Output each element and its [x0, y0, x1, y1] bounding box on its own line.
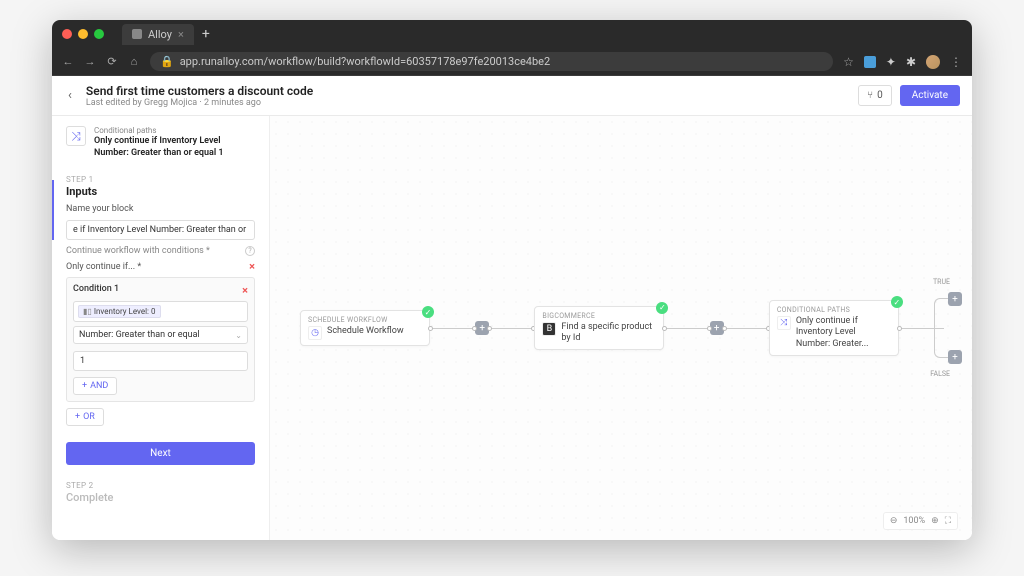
chart-icon: ▮▯ — [83, 307, 92, 316]
step1-title: Inputs — [66, 185, 255, 198]
step2-section: STEP 2 Complete — [52, 475, 269, 510]
condition-value-input[interactable] — [73, 351, 248, 371]
branch-container: TRUE + FALSE + — [948, 292, 962, 364]
nav-home-icon[interactable]: ⌂ — [128, 55, 140, 68]
chip-label: Inventory Level: — [94, 307, 149, 316]
branch-false-label: FALSE — [930, 370, 950, 378]
app-root: ‹ Send first time customers a discount c… — [52, 76, 972, 540]
true-branch: TRUE + — [948, 292, 962, 306]
config-sidebar: ⤨ Conditional paths Only continue if Inv… — [52, 116, 270, 540]
app-body: ⤨ Conditional paths Only continue if Inv… — [52, 116, 972, 540]
info-icon[interactable]: ? — [245, 246, 255, 256]
workflow-flow: ✓ SCHEDULE WORKFLOW ◷ Schedule Workflow … — [300, 292, 962, 364]
browser-window: Alloy × + ← → ⟳ ⌂ 🔒 app.runalloy.com/wor… — [52, 20, 972, 540]
branch-icon: ⑂ — [867, 90, 873, 101]
chevron-down-icon: ⌄ — [235, 331, 242, 340]
workflow-subtitle: Last edited by Gregg Mojica · 2 minutes … — [86, 98, 848, 108]
branch-true-label: TRUE — [933, 278, 950, 286]
profile-avatar-icon[interactable] — [926, 55, 940, 69]
node-title: Find a specific product by Id — [561, 322, 656, 345]
plus-icon: + — [75, 412, 80, 422]
address-bar[interactable]: 🔒 app.runalloy.com/workflow/build?workfl… — [150, 52, 833, 71]
add-true-node-button[interactable]: + — [948, 292, 962, 306]
node-type: BIGCOMMERCE — [542, 312, 656, 320]
favicon-icon — [132, 29, 142, 39]
workflow-title: Send first time customers a discount cod… — [86, 84, 848, 98]
url-text: app.runalloy.com/workflow/build?workflow… — [180, 55, 550, 68]
next-button[interactable]: Next — [66, 442, 255, 465]
tab-strip: Alloy × + — [122, 24, 962, 45]
clock-icon: ◷ — [308, 326, 322, 340]
zoom-out-icon[interactable]: ⊖ — [890, 516, 898, 526]
branches-button[interactable]: ⑂ 0 — [858, 85, 892, 106]
block-header: ⤨ Conditional paths Only continue if Inv… — [52, 116, 269, 169]
tab-title: Alloy — [148, 28, 172, 41]
activate-button[interactable]: Activate — [900, 85, 960, 106]
or-button[interactable]: + OR — [66, 408, 104, 426]
step2-label: STEP 2 — [66, 481, 255, 490]
canvas-controls: ⊖ 100% ⊕ ⛶ — [883, 512, 958, 530]
bigcommerce-icon: B — [542, 322, 556, 336]
fullscreen-icon[interactable]: ⛶ — [945, 516, 951, 526]
browser-tab[interactable]: Alloy × — [122, 24, 194, 45]
node-type: SCHEDULE WORKFLOW — [308, 316, 422, 324]
conditional-icon: ⤨ — [66, 126, 86, 146]
conditional-node[interactable]: ✓ CONDITIONAL PATHS ⤨ Only continue if I… — [769, 300, 899, 356]
extension-icon[interactable] — [864, 56, 876, 68]
lock-icon: 🔒 — [160, 55, 174, 68]
plus-icon: + — [82, 381, 87, 391]
conditional-icon: ⤨ — [777, 316, 791, 330]
titlebar: Alloy × + — [52, 20, 972, 48]
operator-select[interactable]: Number: Greater than or equal ⌄ — [73, 326, 248, 344]
tab-close-icon[interactable]: × — [178, 28, 184, 41]
node-type: CONDITIONAL PATHS — [777, 306, 891, 314]
nav-reload-icon[interactable]: ⟳ — [106, 55, 118, 68]
only-continue-label: Only continue if... * — [66, 262, 141, 272]
check-icon: ✓ — [422, 306, 434, 318]
url-bar: ← → ⟳ ⌂ 🔒 app.runalloy.com/workflow/buil… — [52, 48, 972, 76]
condition-field-input[interactable]: ▮▯ Inventory Level: 0 — [73, 301, 248, 322]
continue-conditions-label: Continue workflow with conditions * — [66, 246, 210, 256]
step1-label: STEP 1 — [66, 175, 255, 184]
and-button[interactable]: + AND — [73, 377, 117, 395]
check-icon: ✓ — [656, 302, 668, 314]
window-maximize-icon[interactable] — [94, 29, 104, 39]
back-button[interactable]: ‹ — [64, 84, 76, 107]
zoom-in-icon[interactable]: ⊕ — [931, 516, 939, 526]
node-title: Only continue if Inventory Level Number:… — [796, 316, 891, 350]
node-title: Schedule Workflow — [327, 326, 404, 337]
block-title: Only continue if Inventory Level Number:… — [94, 136, 255, 159]
condition-box: Condition 1 × ▮▯ Inventory Level: 0 Numb… — [66, 277, 255, 402]
puzzle-icon[interactable]: ✱ — [906, 55, 916, 69]
new-tab-icon[interactable]: + — [202, 26, 210, 42]
condition-title: Condition 1 — [73, 284, 119, 297]
add-false-node-button[interactable]: + — [948, 350, 962, 364]
header-titles: Send first time customers a discount cod… — [86, 84, 848, 108]
remove-path-icon[interactable]: × — [249, 260, 255, 273]
block-name-input[interactable] — [66, 220, 255, 240]
branch-count: 0 — [877, 90, 883, 101]
check-icon: ✓ — [891, 296, 903, 308]
field-chip: ▮▯ Inventory Level: 0 — [78, 305, 161, 318]
window-minimize-icon[interactable] — [78, 29, 88, 39]
remove-condition-icon[interactable]: × — [242, 284, 248, 297]
bigcommerce-node[interactable]: ✓ BIGCOMMERCE B Find a specific product … — [534, 306, 664, 351]
nav-forward-icon[interactable]: → — [84, 55, 96, 68]
step2-title: Complete — [66, 491, 255, 504]
schedule-node[interactable]: ✓ SCHEDULE WORKFLOW ◷ Schedule Workflow — [300, 310, 430, 346]
name-field-label: Name your block — [66, 204, 255, 214]
star-icon[interactable]: ☆ — [843, 55, 854, 69]
nav-back-icon[interactable]: ← — [62, 55, 74, 68]
window-close-icon[interactable] — [62, 29, 72, 39]
zoom-level: 100% — [903, 516, 925, 526]
false-branch: FALSE + — [948, 350, 962, 364]
block-type-label: Conditional paths — [94, 126, 255, 135]
step1-section: STEP 1 Inputs Name your block Continue w… — [52, 169, 269, 432]
operator-value: Number: Greater than or equal — [79, 330, 200, 340]
chip-value: 0 — [151, 307, 156, 316]
app-header: ‹ Send first time customers a discount c… — [52, 76, 972, 116]
menu-icon[interactable]: ⋮ — [950, 55, 962, 69]
workflow-canvas[interactable]: ✓ SCHEDULE WORKFLOW ◷ Schedule Workflow … — [270, 116, 972, 540]
extensions-icon[interactable]: ✦ — [886, 55, 896, 69]
